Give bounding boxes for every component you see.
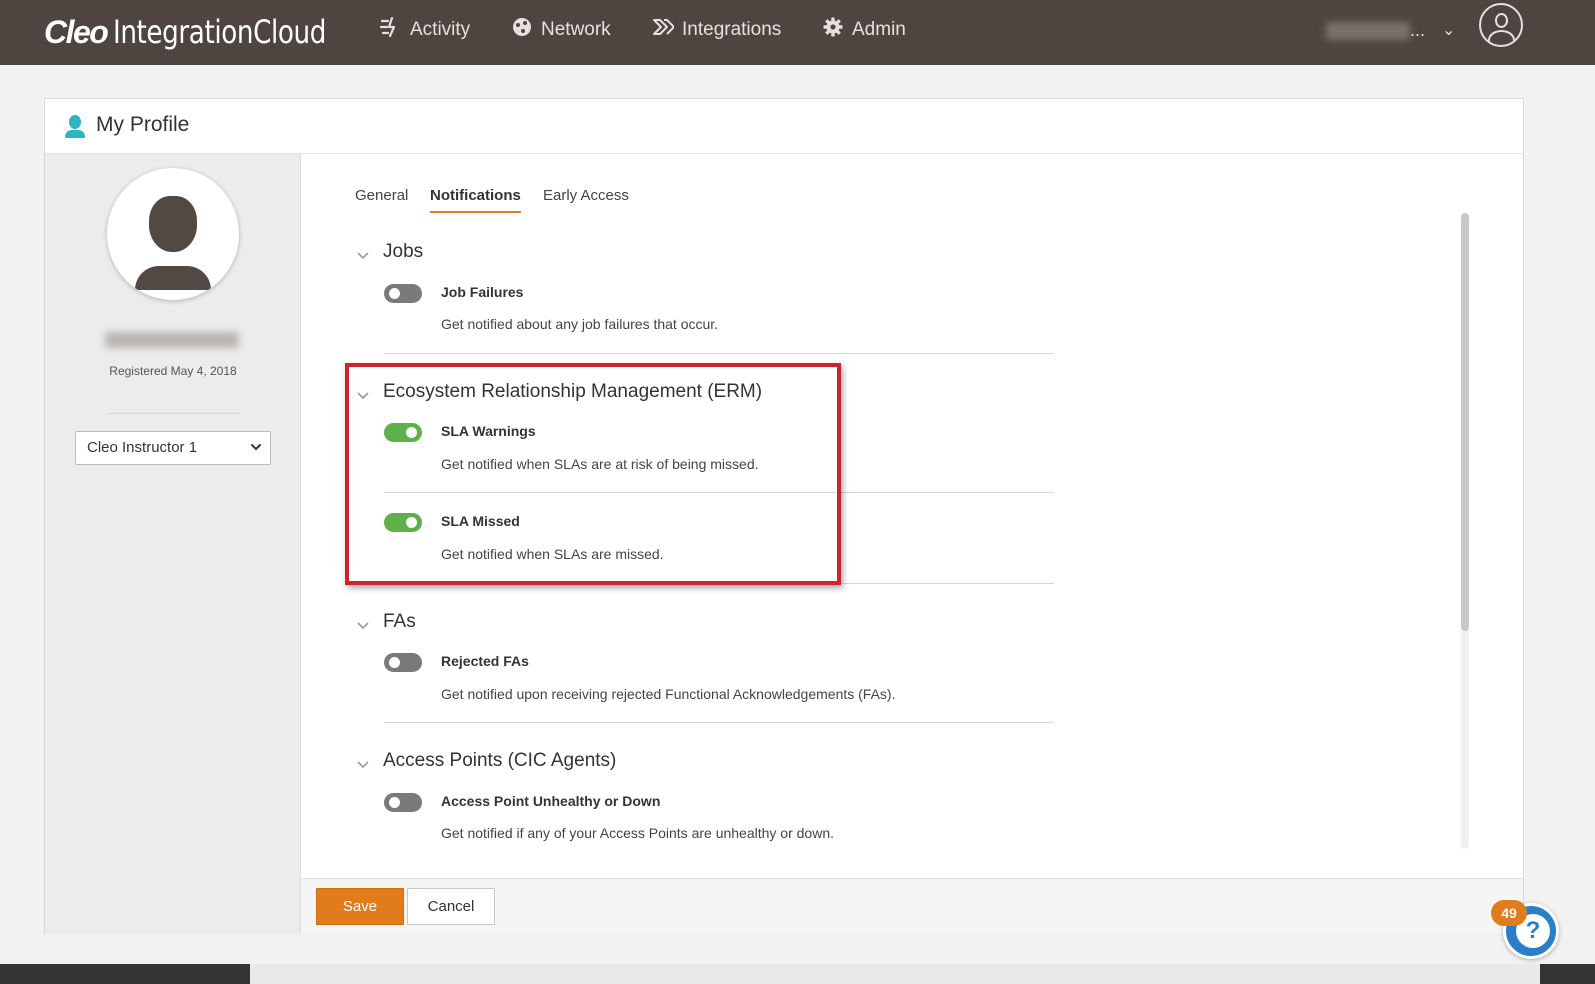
- tab-general[interactable]: General: [355, 187, 408, 211]
- nav-integrations-label: Integrations: [682, 19, 782, 40]
- profile-avatar-icon: [107, 168, 239, 300]
- user-name-ellipsis[interactable]: ...: [1410, 20, 1425, 41]
- tab-early-access[interactable]: Early Access: [543, 187, 629, 211]
- brand-logo[interactable]: Cleo IntegrationCloud: [44, 12, 373, 52]
- chevron-down-icon[interactable]: [355, 756, 371, 772]
- notification-count-badge: 49: [1491, 900, 1527, 926]
- tab-notifications[interactable]: Notifications: [430, 187, 521, 213]
- page-title: My Profile: [96, 113, 190, 136]
- panel-header: My Profile: [45, 99, 1523, 154]
- sidebar-divider: [107, 413, 241, 414]
- chevron-down-icon[interactable]: [355, 247, 371, 263]
- nav-activity[interactable]: Activity: [379, 14, 471, 46]
- item-desc-rejected-fas: Get notified upon receiving rejected Fun…: [441, 686, 896, 702]
- account-select-value: Cleo Instructor 1: [87, 439, 198, 456]
- form-footer: Save Cancel: [301, 878, 1523, 934]
- toggle-sla-missed[interactable]: [384, 513, 422, 532]
- chevron-down-icon[interactable]: [355, 617, 371, 633]
- bottom-strip: [0, 964, 1595, 984]
- cancel-button[interactable]: Cancel: [407, 888, 495, 925]
- toggle-rejected-fas[interactable]: [384, 653, 422, 672]
- nav-network-label: Network: [541, 19, 611, 40]
- section-title-access-points: Access Points (CIC Agents): [383, 750, 617, 771]
- profile-sidebar: Registered May 4, 2018 Cleo Instructor 1: [45, 154, 301, 934]
- integrations-icon: [652, 17, 675, 43]
- nav-integrations[interactable]: Integrations: [652, 14, 781, 46]
- nav-admin[interactable]: Admin: [822, 14, 906, 46]
- brand-name-light: IntegrationCloud: [113, 13, 327, 51]
- nav-admin-label: Admin: [852, 19, 906, 40]
- network-icon: [511, 17, 533, 43]
- registered-date: Registered May 4, 2018: [109, 364, 237, 378]
- item-desc-sla-missed: Get notified when SLAs are missed.: [441, 546, 664, 562]
- user-name-blurred[interactable]: [1326, 22, 1410, 40]
- top-navigation-bar: Cleo IntegrationCloud Activity Network In…: [0, 0, 1595, 65]
- brand-name-strong: Cleo: [44, 14, 109, 50]
- nav-activity-label: Activity: [410, 19, 471, 40]
- chevron-down-icon: [250, 432, 262, 476]
- item-title-sla-warnings: SLA Warnings: [441, 423, 536, 439]
- toggle-sla-warnings[interactable]: [384, 423, 422, 442]
- toggle-access-point-unhealthy[interactable]: [384, 793, 422, 812]
- section-title-fas: FAs: [383, 611, 416, 632]
- item-title-rejected-fas: Rejected FAs: [441, 653, 529, 669]
- item-title-job-failures: Job Failures: [441, 284, 524, 300]
- section-title-jobs: Jobs: [383, 241, 424, 262]
- profile-panel: My Profile Registered May 4, 2018 Cleo I…: [44, 98, 1524, 934]
- user-avatar-icon[interactable]: [1479, 3, 1523, 47]
- profile-name-blurred: [105, 332, 239, 348]
- section-divider: [384, 583, 1054, 584]
- item-divider: [384, 492, 1054, 493]
- chevron-down-icon[interactable]: ⌄: [1442, 20, 1455, 40]
- item-title-access-point-unhealthy: Access Point Unhealthy or Down: [441, 793, 661, 809]
- section-divider: [384, 353, 1054, 354]
- person-icon: [65, 115, 85, 139]
- gear-icon: [822, 17, 844, 43]
- toggle-job-failures[interactable]: [384, 284, 422, 303]
- activity-icon: [379, 16, 402, 43]
- item-desc-access-point-unhealthy: Get notified if any of your Access Point…: [441, 825, 834, 841]
- scrollbar-thumb[interactable]: [1461, 213, 1469, 631]
- item-desc-job-failures: Get notified about any job failures that…: [441, 316, 719, 332]
- nav-network[interactable]: Network: [511, 14, 611, 46]
- account-select[interactable]: Cleo Instructor 1: [75, 431, 271, 465]
- section-divider: [384, 722, 1054, 723]
- section-title-erm: Ecosystem Relationship Management (ERM): [383, 381, 763, 402]
- chevron-down-icon[interactable]: [355, 387, 371, 403]
- item-desc-sla-warnings: Get notified when SLAs are at risk of be…: [441, 456, 759, 472]
- item-title-sla-missed: SLA Missed: [441, 513, 520, 529]
- save-button[interactable]: Save: [316, 888, 404, 925]
